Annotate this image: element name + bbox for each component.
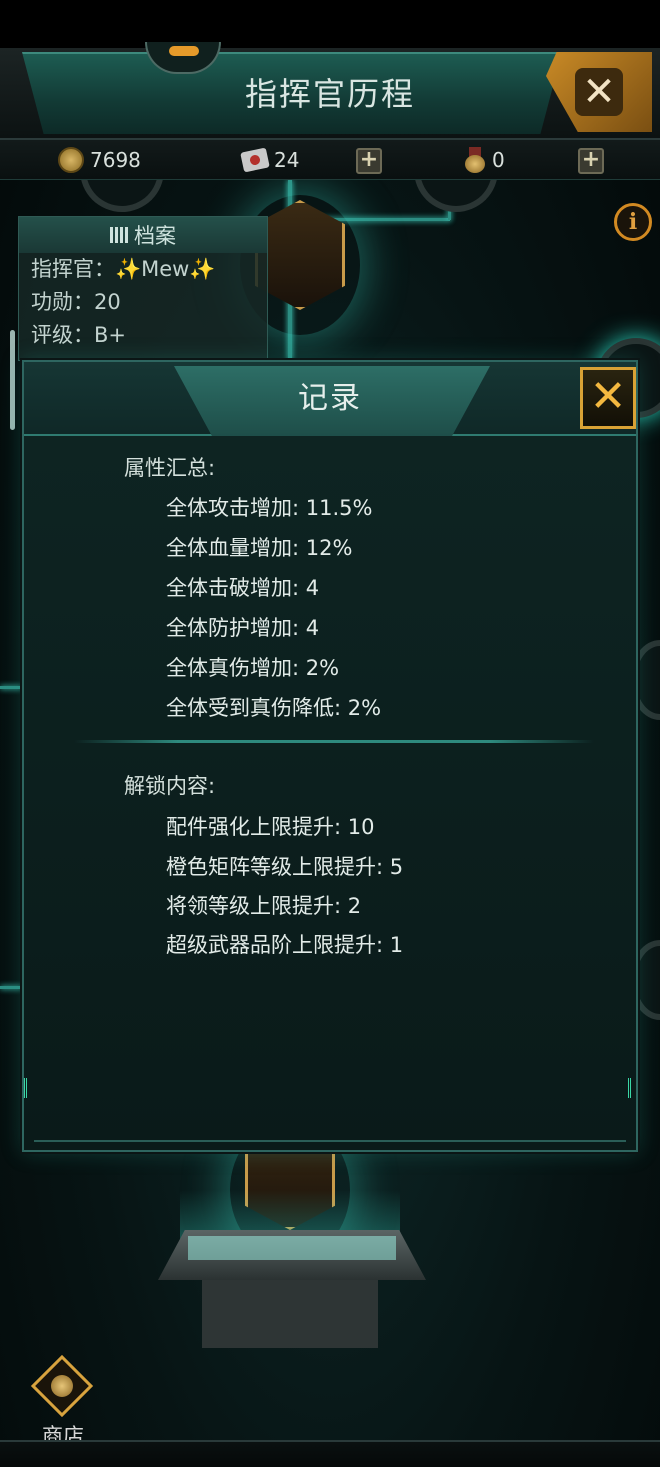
coin-counter: 7698 xyxy=(58,146,141,174)
dialog-close-button[interactable]: ✕ xyxy=(580,367,636,429)
medal-value: 0 xyxy=(492,148,505,172)
shop-coins-icon xyxy=(30,1354,94,1418)
unlock-item: 超级武器品阶上限提升: 1 xyxy=(166,933,404,957)
unlock-item: 配件强化上限提升: 10 xyxy=(166,815,375,839)
ticket-icon xyxy=(240,147,270,173)
commander-name: 指挥官：✨Mew✨ xyxy=(31,257,216,281)
unlock-item: 将领等级上限提升: 2 xyxy=(166,894,362,918)
dialog-title: 记录 xyxy=(298,381,362,416)
screen: 指挥官历程 ✕ 7698 24 + 0 + i 档案 指挥官：✨Mew✨ 功勋：… xyxy=(0,0,660,1467)
add-medals-button[interactable]: + xyxy=(578,148,604,174)
attribute-item: 全体防护增加: 4 xyxy=(166,616,320,640)
merit-value: 功勋：20 xyxy=(31,290,121,314)
corner-decoration xyxy=(24,1078,30,1098)
attribute-item: 全体攻击增加: 11.5% xyxy=(166,496,373,520)
rating-value: 评级：B+ xyxy=(31,323,127,347)
attribute-item: 全体受到真伤降低: 2% xyxy=(166,696,382,720)
close-icon: ✕ xyxy=(575,68,623,116)
profile-panel: 档案 指挥官：✨Mew✨ 功勋：20 评级：B+ xyxy=(18,216,268,361)
scrollbar[interactable] xyxy=(10,330,15,430)
attributes-section-title: 属性汇总: xyxy=(124,456,216,480)
add-tickets-button[interactable]: + xyxy=(356,148,382,174)
pedestal xyxy=(158,1230,426,1280)
medal-icon xyxy=(464,147,486,173)
ticket-counter: 24 xyxy=(240,146,300,174)
section-divider xyxy=(74,740,594,743)
unlocks-section-title: 解锁内容: xyxy=(124,774,216,798)
unlock-item: 橙色矩阵等级上限提升: 5 xyxy=(166,855,404,879)
currency-bar: 7698 24 + 0 + xyxy=(0,140,660,180)
medal-counter: 0 xyxy=(464,146,505,174)
dialog-body: 属性汇总: 全体攻击增加: 11.5% 全体血量增加: 12% 全体击破增加: … xyxy=(24,438,636,1150)
bottom-frame xyxy=(0,1440,660,1467)
tree-line xyxy=(0,686,22,689)
ticket-value: 24 xyxy=(274,148,300,172)
pedestal-base xyxy=(202,1280,378,1348)
attribute-item: 全体击破增加: 4 xyxy=(166,576,320,600)
status-bar xyxy=(0,0,660,48)
record-dialog: 记录 ✕ 属性汇总: 全体攻击增加: 11.5% 全体血量增加: 12% 全体击… xyxy=(22,360,638,1152)
archive-icon xyxy=(110,227,128,243)
corner-decoration xyxy=(628,1078,634,1098)
coin-icon xyxy=(58,147,84,173)
attribute-item: 全体血量增加: 12% xyxy=(166,536,353,560)
dialog-footer-line xyxy=(34,1140,626,1142)
profile-header: 档案 xyxy=(19,217,267,253)
profile-title: 档案 xyxy=(134,224,176,248)
dialog-header: 记录 ✕ xyxy=(24,362,636,436)
info-icon[interactable]: i xyxy=(614,203,652,241)
attribute-item: 全体真伤增加: 2% xyxy=(166,656,340,680)
tree-line xyxy=(0,986,22,989)
coin-value: 7698 xyxy=(90,148,141,172)
